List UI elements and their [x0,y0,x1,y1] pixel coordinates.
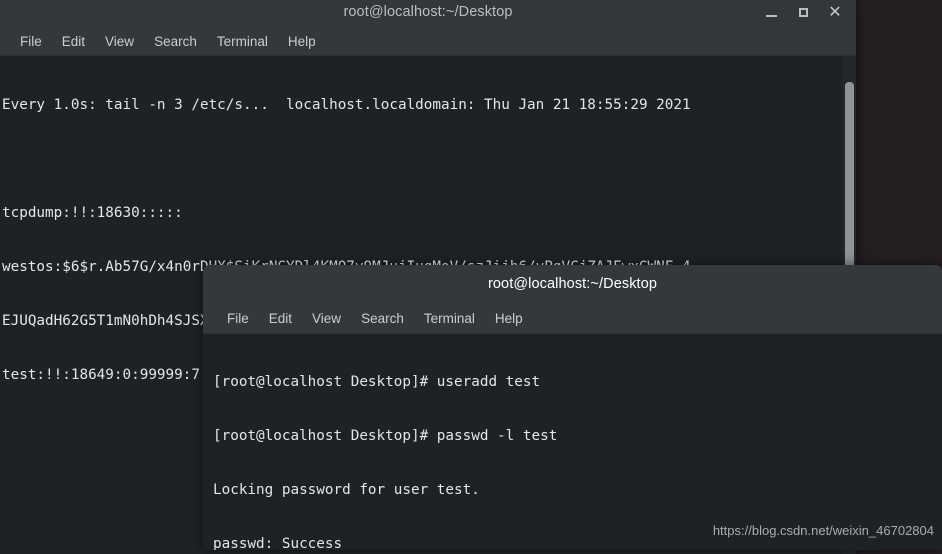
window-title-passwd: root@localhost:~/Desktop [487,276,658,292]
maximize-button[interactable] [788,0,818,25]
terminal-line: Every 1.0s: tail -n 3 /etc/s... localhos… [2,97,691,113]
terminal-line: [root@localhost Desktop]# passwd -l test [213,428,558,444]
menu-item-file[interactable]: File [12,31,50,52]
menu-item-file[interactable]: File [219,308,257,329]
menu-item-terminal[interactable]: Terminal [209,31,276,52]
close-button[interactable]: ✕ [820,0,850,25]
terminal-output-passwd[interactable]: [root@localhost Desktop]# useradd test [… [203,334,942,550]
window-title-watch: root@localhost:~/Desktop [343,4,513,20]
titlebar-passwd[interactable]: root@localhost:~/Desktop [203,265,942,303]
menu-item-edit[interactable]: Edit [261,308,300,329]
menu-item-help[interactable]: Help [487,308,531,329]
menubar-passwd: File Edit View Search Terminal Help [203,303,942,334]
titlebar-watch[interactable]: root@localhost:~/Desktop ✕ [0,0,856,28]
menu-item-search[interactable]: Search [353,308,412,329]
terminal-text-passwd: [root@localhost Desktop]# useradd test [… [211,334,942,550]
window-controls-watch: ✕ [756,0,850,28]
menu-item-search[interactable]: Search [146,31,205,52]
close-icon: ✕ [828,2,842,21]
minimize-button[interactable] [756,0,786,25]
menu-item-view[interactable]: View [304,308,349,329]
terminal-line: [root@localhost Desktop]# useradd test [213,374,541,390]
maximize-icon [798,7,808,17]
minimize-icon [765,14,777,17]
menu-item-terminal[interactable]: Terminal [416,308,483,329]
terminal-line: tcpdump:!!:18630::::: [2,205,183,221]
menu-item-edit[interactable]: Edit [54,31,93,52]
terminal-line: Locking password for user test. [213,482,480,498]
terminal-window-passwd[interactable]: root@localhost:~/Desktop File Edit View … [203,265,942,550]
terminal-line: passwd: Success [213,536,343,550]
menu-item-help[interactable]: Help [280,31,324,52]
menu-item-view[interactable]: View [97,31,142,52]
menubar-watch: File Edit View Search Terminal Help [0,28,856,56]
